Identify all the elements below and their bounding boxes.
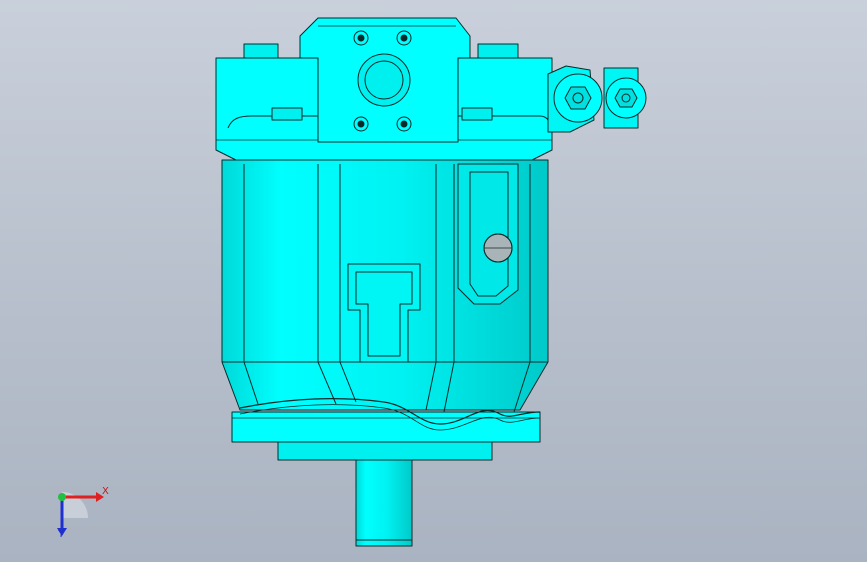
mounting-flange (231, 411, 541, 443)
triad-origin (58, 493, 66, 501)
boss-left-mid (271, 107, 303, 121)
boss-left-top (243, 43, 279, 59)
axis-triad: X Y (38, 478, 118, 548)
side-channel (457, 163, 519, 305)
boss-right-top (477, 43, 519, 59)
boss-right-mid (461, 107, 493, 121)
graphics-viewport[interactable]: X Y (0, 0, 867, 562)
flange-collar (277, 439, 493, 461)
x-axis-label: X (102, 486, 109, 497)
y-axis-label: Y (58, 529, 65, 540)
valve-port (357, 53, 411, 107)
pump-3d-model[interactable] (0, 0, 867, 562)
output-shaft (355, 457, 413, 547)
